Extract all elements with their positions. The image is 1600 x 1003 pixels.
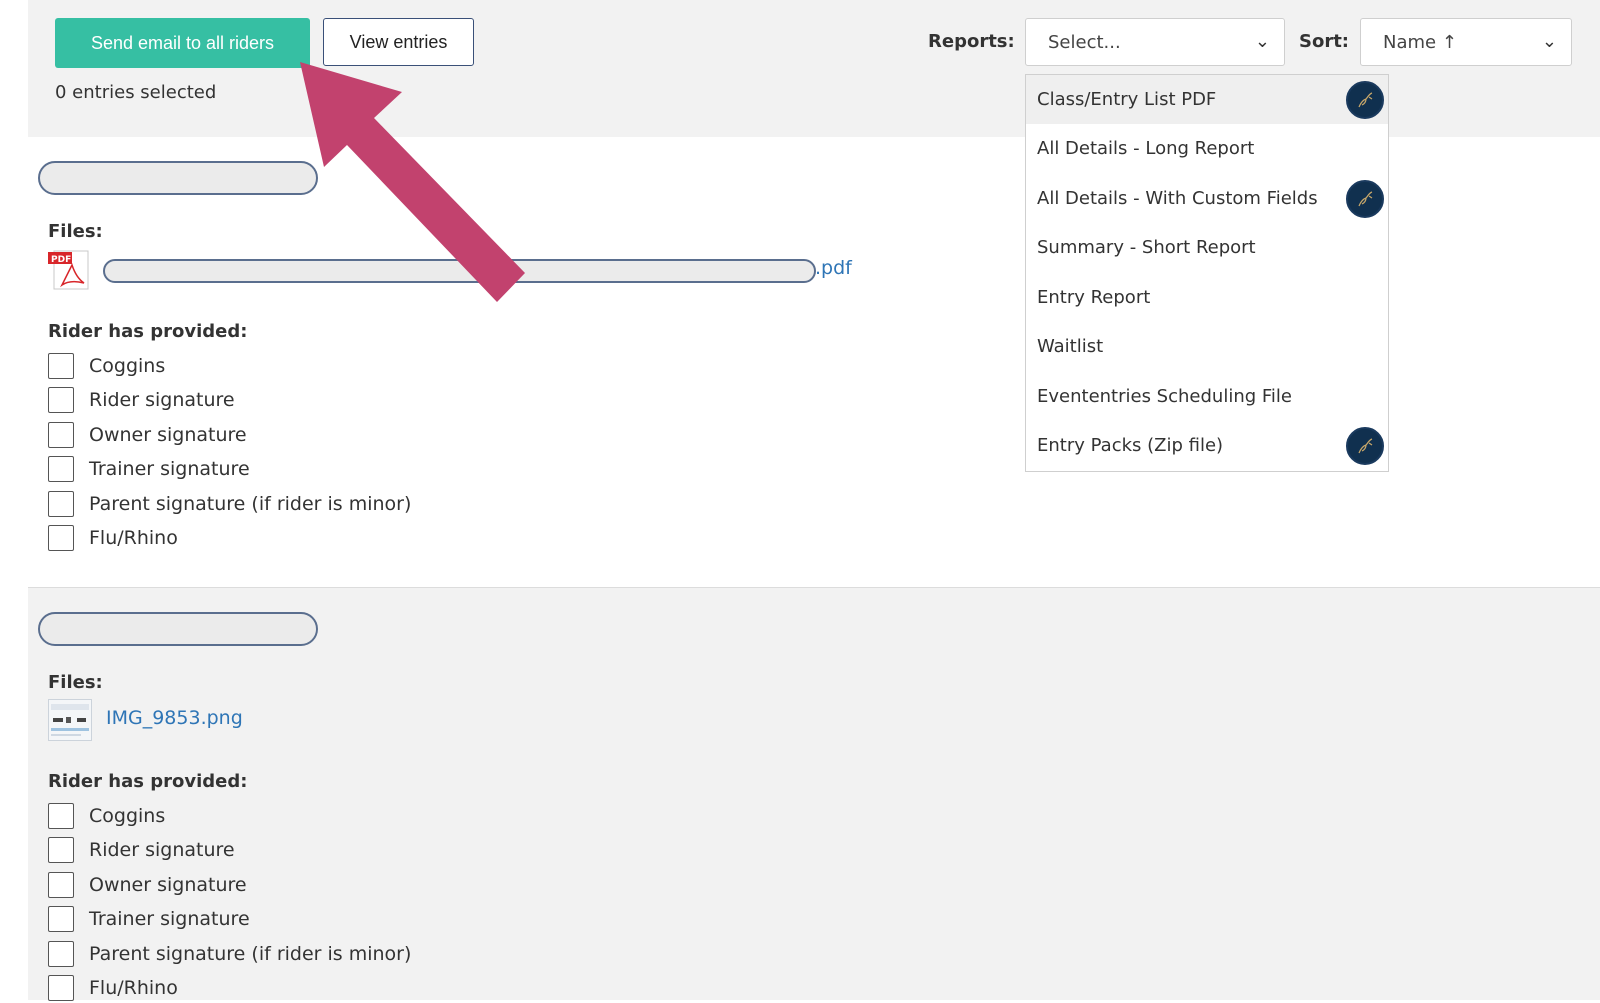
redacted-rider-name [38,612,318,646]
checklist-item-flu-rhino[interactable]: Flu/Rhino [48,523,178,553]
files-label: Files: [48,221,103,242]
checkbox[interactable] [48,456,74,482]
image-thumbnail-icon [48,699,92,741]
redacted-rider-name [38,161,318,195]
report-option-summary-short[interactable]: Summary - Short Report [1026,223,1388,272]
file-link[interactable]: IMG_9853.png [106,707,243,729]
horse-logo-icon [1346,81,1384,119]
reports-label: Reports: [928,31,1015,52]
checklist-item-parent-signature[interactable]: Parent signature (if rider is minor) [48,489,411,519]
view-entries-button[interactable]: View entries [323,18,474,66]
checklist-item-coggins[interactable]: Coggins [48,801,165,831]
checkbox[interactable] [48,975,74,1001]
report-option-scheduling-file[interactable]: Evententries Scheduling File [1026,372,1388,421]
checkbox[interactable] [48,491,74,517]
checklist-item-owner-signature[interactable]: Owner signature [48,420,247,450]
report-option-entry-report[interactable]: Entry Report [1026,273,1388,322]
checkbox[interactable] [48,906,74,932]
report-option-all-details-long[interactable]: All Details - Long Report [1026,124,1388,173]
report-option-class-entry-list-pdf[interactable]: Class/Entry List PDF [1026,75,1388,124]
checklist-item-owner-signature[interactable]: Owner signature [48,870,247,900]
checkbox[interactable] [48,872,74,898]
checkbox[interactable] [48,422,74,448]
reports-dropdown-menu: Class/Entry List PDF All Details - Long … [1025,74,1389,472]
horse-logo-icon [1346,180,1384,218]
file-link[interactable]: .pdf [815,257,852,279]
sort-select[interactable]: Name ↑ ⌄ [1360,18,1572,66]
pdf-icon: PDF [48,249,92,291]
checklist-item-rider-signature[interactable]: Rider signature [48,385,235,415]
checklist-item-trainer-signature[interactable]: Trainer signature [48,454,250,484]
report-option-all-details-custom-fields[interactable]: All Details - With Custom Fields [1026,174,1388,223]
entries-selected-count: 0 entries selected [55,82,217,103]
reports-select-value: Select... [1048,31,1121,53]
files-label: Files: [48,672,103,693]
checkbox[interactable] [48,525,74,551]
sort-label: Sort: [1299,31,1350,52]
checkbox[interactable] [48,803,74,829]
chevron-down-icon: ⌄ [1541,31,1557,52]
report-option-waitlist[interactable]: Waitlist [1026,322,1388,371]
checklist-item-flu-rhino[interactable]: Flu/Rhino [48,973,178,1003]
rider-has-provided-label: Rider has provided: [48,321,248,342]
svg-text:PDF: PDF [51,255,71,265]
reports-select[interactable]: Select... ⌄ [1025,18,1285,66]
checklist-item-rider-signature[interactable]: Rider signature [48,835,235,865]
send-email-all-riders-button[interactable]: Send email to all riders [55,18,310,68]
sort-select-value: Name ↑ [1383,31,1457,53]
redacted-file-name [103,259,816,283]
checklist-item-parent-signature[interactable]: Parent signature (if rider is minor) [48,939,411,969]
checklist-item-trainer-signature[interactable]: Trainer signature [48,904,250,934]
horse-logo-icon [1346,427,1384,465]
checklist-item-coggins[interactable]: Coggins [48,351,165,381]
checkbox[interactable] [48,837,74,863]
report-option-entry-packs-zip[interactable]: Entry Packs (Zip file) [1026,421,1388,470]
checkbox[interactable] [48,941,74,967]
checkbox[interactable] [48,353,74,379]
rider-has-provided-label: Rider has provided: [48,771,248,792]
chevron-down-icon: ⌄ [1254,31,1270,52]
checkbox[interactable] [48,387,74,413]
